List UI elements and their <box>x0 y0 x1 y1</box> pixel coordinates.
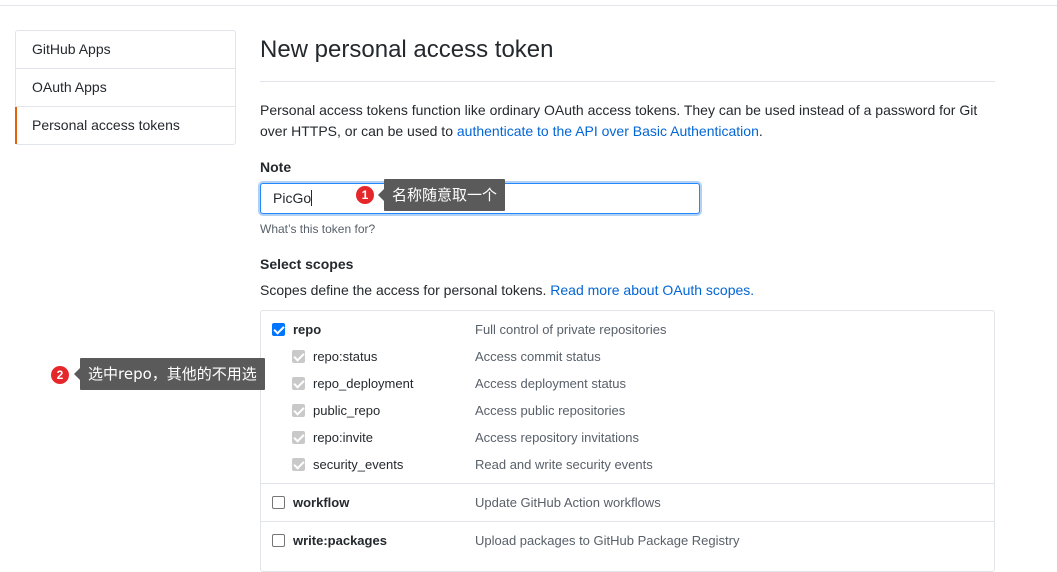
annotation-tooltip-2: 选中repo，其他的不用选 <box>74 358 265 390</box>
sidebar-item-personal-access-tokens[interactable]: Personal access tokens <box>15 106 235 144</box>
note-input-value: PicGo <box>273 190 312 206</box>
scope-name: workflow <box>293 495 350 510</box>
basic-auth-link[interactable]: authenticate to the API over Basic Authe… <box>457 123 759 139</box>
annotation-badge-1: 1 <box>356 186 374 204</box>
oauth-scopes-link[interactable]: Read more about OAuth scopes. <box>550 282 754 298</box>
top-divider <box>0 5 1057 6</box>
note-label: Note <box>260 159 292 175</box>
workflow-checkbox[interactable] <box>272 496 285 509</box>
settings-sidebar: GitHub Apps OAuth Apps Personal access t… <box>15 30 236 145</box>
annotation-tooltip-1: 名称随意取一个 <box>377 179 506 211</box>
scope-row-public-repo: public_repo Access public repositories <box>261 398 994 425</box>
scope-row-workflow: workflow Update GitHub Action workflows <box>261 490 994 517</box>
scope-name: write:packages <box>293 533 387 548</box>
scope-row-repo-status: repo:status Access commit status <box>261 344 994 371</box>
write-packages-checkbox[interactable] <box>272 534 285 547</box>
scope-name: repo_deployment <box>313 376 414 391</box>
sidebar-item-github-apps[interactable]: GitHub Apps <box>16 31 235 68</box>
scope-description: Access commit status <box>475 349 601 364</box>
repo-deployment-checkbox <box>292 377 305 390</box>
scope-row-write-packages: write:packages Upload packages to GitHub… <box>261 528 994 555</box>
scope-name: security_events <box>313 457 404 472</box>
repo-checkbox[interactable] <box>272 323 285 336</box>
public-repo-checkbox <box>292 404 305 417</box>
intro-paragraph: Personal access tokens function like ord… <box>260 100 1000 142</box>
intro-end: . <box>758 123 763 139</box>
note-hint: What’s this token for? <box>260 222 376 236</box>
scope-row-repo-deployment: repo_deployment Access deployment status <box>261 371 994 398</box>
scope-description: Upload packages to GitHub Package Regist… <box>475 533 740 548</box>
scopes-desc-text: Scopes define the access for personal to… <box>260 282 551 298</box>
sidebar-item-oauth-apps[interactable]: OAuth Apps <box>16 68 235 106</box>
scope-row-repo: repo Full control of private repositorie… <box>261 317 994 344</box>
select-scopes-label: Select scopes <box>260 256 354 272</box>
scope-description: Access public repositories <box>475 403 626 418</box>
scopes-description: Scopes define the access for personal to… <box>260 282 754 298</box>
scope-description: Read and write security events <box>475 457 653 472</box>
scope-name: repo <box>293 322 322 337</box>
scope-description: Update GitHub Action workflows <box>475 495 661 510</box>
title-divider <box>260 81 995 82</box>
scope-row-security-events: security_events Read and write security … <box>261 452 994 479</box>
annotation-badge-2: 2 <box>51 366 69 384</box>
scope-divider <box>261 521 994 522</box>
page-title: New personal access token <box>260 36 554 63</box>
scope-name: repo:status <box>313 349 378 364</box>
scope-description: Full control of private repositories <box>475 322 667 337</box>
scopes-list: repo Full control of private repositorie… <box>260 310 995 572</box>
scope-description: Access repository invitations <box>475 430 640 445</box>
scope-divider <box>261 483 994 484</box>
scope-name: public_repo <box>313 403 381 418</box>
text-caret <box>311 190 313 206</box>
scope-row-repo-invite: repo:invite Access repository invitation… <box>261 425 994 452</box>
repo-status-checkbox <box>292 350 305 363</box>
scope-description: Access deployment status <box>475 376 627 391</box>
security-events-checkbox <box>292 458 305 471</box>
scope-name: repo:invite <box>313 430 373 445</box>
repo-invite-checkbox <box>292 431 305 444</box>
